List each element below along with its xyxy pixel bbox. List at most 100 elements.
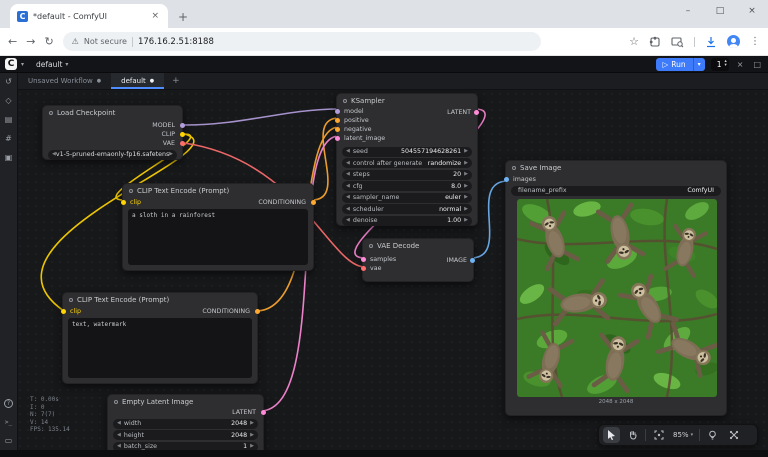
input-latent-image[interactable]: latent_image (337, 134, 477, 143)
pan-tool-button[interactable] (624, 427, 641, 443)
queue-panel-icon[interactable]: □ (751, 60, 763, 69)
widget-right-arrow-icon[interactable]: ▶ (464, 184, 468, 189)
widget-denoise[interactable]: ◀denoise1.00▶ (342, 216, 472, 226)
select-tool-button[interactable] (603, 427, 620, 443)
vae-port-icon[interactable] (180, 141, 185, 146)
collapse-dot-icon[interactable] (512, 166, 516, 170)
node-header[interactable]: VAE Decode (363, 239, 473, 252)
widget-left-arrow-icon[interactable]: ◀ (346, 218, 350, 223)
node-clip-text-encode-positive[interactable]: CLIP Text Encode (Prompt) clip CONDITION… (122, 183, 314, 271)
workflows-icon[interactable]: # (5, 135, 12, 143)
input-negative[interactable]: negative (337, 125, 477, 134)
widget-sampler-name[interactable]: ◀sampler_nameeuler▶ (342, 193, 472, 203)
clip-port-icon[interactable] (61, 309, 66, 314)
vae-port-icon[interactable] (361, 266, 366, 271)
generated-image[interactable] (517, 199, 717, 397)
node-header[interactable]: Save Image (506, 161, 726, 175)
batch-stepper-arrows[interactable]: ▴ ▾ (724, 60, 726, 68)
collapse-dot-icon[interactable] (114, 400, 118, 404)
download-icon[interactable] (705, 36, 717, 48)
bookmark-star-icon[interactable]: ☆ (629, 35, 639, 48)
zoom-level-dropdown[interactable]: 85% ▾ (671, 431, 695, 439)
widget-right-arrow-icon[interactable]: ▶ (250, 421, 254, 426)
input-vae[interactable]: vae (363, 264, 473, 273)
conditioning-port-icon[interactable] (335, 118, 340, 123)
collapse-dot-icon[interactable] (129, 189, 133, 193)
widget-right-arrow-icon[interactable]: ▶ (250, 444, 254, 449)
image-port-icon[interactable] (504, 177, 509, 182)
widget-right-arrow-icon[interactable]: ▶ (464, 149, 468, 154)
widget-right-arrow-icon[interactable]: ▶ (464, 161, 468, 166)
browser-menu-icon[interactable]: ⋮ (750, 36, 760, 47)
output-model[interactable]: MODEL (43, 121, 182, 130)
ckpt-name-combo[interactable]: ◀ v1-5-pruned-emaonly-fp16.safetensors ▶ (48, 150, 177, 160)
inspect-page-icon[interactable] (671, 36, 684, 48)
graph-canvas[interactable]: Load Checkpoint MODEL CLIP VAE ◀ v1-5-pr… (0, 90, 768, 450)
run-options-dropdown[interactable]: ▾ (693, 58, 705, 71)
input-clip[interactable]: clip (130, 199, 141, 206)
conditioning-port-icon[interactable] (311, 200, 316, 205)
conditioning-port-icon[interactable] (335, 127, 340, 132)
node-clip-text-encode-negative[interactable]: CLIP Text Encode (Prompt) clip CONDITION… (62, 292, 258, 384)
input-clip[interactable]: clip (70, 308, 81, 315)
model-library-icon[interactable]: ▤ (5, 116, 13, 124)
output-clip[interactable]: CLIP (43, 130, 182, 139)
widget-control-after-generate[interactable]: ◀control after generaterandomize▶ (342, 158, 472, 168)
fit-view-button[interactable] (650, 427, 667, 443)
clip-port-icon[interactable] (121, 200, 126, 205)
node-header[interactable]: CLIP Text Encode (Prompt) (123, 184, 313, 198)
widget-left-arrow-icon[interactable]: ◀ (346, 149, 350, 154)
output-conditioning[interactable]: CONDITIONING (202, 308, 250, 315)
new-tab-button[interactable]: + (178, 10, 188, 24)
widget-width[interactable]: ◀width2048▶ (113, 419, 258, 429)
window-maximize-icon[interactable]: □ (704, 0, 736, 22)
window-close-icon[interactable]: × (736, 0, 768, 22)
node-save-image[interactable]: Save Image images filename_prefix ComfyU… (505, 160, 727, 416)
window-minimize-icon[interactable]: – (672, 0, 704, 22)
help-icon[interactable]: ? (4, 399, 13, 408)
node-ksampler[interactable]: KSampler LATENT model positive negative … (336, 93, 478, 226)
latent-port-icon[interactable] (361, 257, 366, 262)
widget-left-arrow-icon[interactable]: ◀ (117, 444, 121, 449)
clear-queue-icon[interactable]: × (735, 60, 746, 69)
model-port-icon[interactable] (180, 123, 185, 128)
widget-right-arrow-icon[interactable]: ▶ (464, 218, 468, 223)
combo-right-arrow-icon[interactable]: ▶ (169, 152, 173, 157)
step-down-icon[interactable]: ▾ (724, 64, 726, 68)
output-conditioning[interactable]: CONDITIONING (258, 199, 306, 206)
node-empty-latent-image[interactable]: Empty Latent Image LATENT ◀width2048▶ ◀h… (107, 394, 264, 450)
back-icon[interactable]: ← (8, 35, 17, 48)
widget-left-arrow-icon[interactable]: ◀ (346, 184, 350, 189)
latent-port-icon[interactable] (261, 410, 266, 415)
node-header[interactable]: Empty Latent Image (108, 395, 263, 408)
profile-avatar[interactable] (727, 35, 740, 48)
node-vae-decode[interactable]: VAE Decode IMAGE samples vae (362, 238, 474, 282)
toggle-theme-button[interactable] (704, 427, 721, 443)
input-positive[interactable]: positive (337, 116, 477, 125)
widget-left-arrow-icon[interactable]: ◀ (117, 421, 121, 426)
gallery-icon[interactable]: ▣ (5, 154, 13, 162)
toggle-links-button[interactable] (725, 427, 742, 443)
node-header[interactable]: KSampler (337, 94, 477, 107)
clip-port-icon[interactable] (180, 132, 185, 137)
workflow-select[interactable]: default ▾ (36, 60, 68, 69)
collapse-dot-icon[interactable] (69, 298, 73, 302)
bottom-panel-icon[interactable]: ▭ (5, 437, 13, 445)
latent-port-icon[interactable] (335, 136, 340, 141)
widget-left-arrow-icon[interactable]: ◀ (346, 172, 350, 177)
node-load-checkpoint[interactable]: Load Checkpoint MODEL CLIP VAE ◀ v1-5-pr… (42, 105, 183, 160)
output-vae[interactable]: VAE (43, 139, 182, 148)
input-images[interactable]: images (506, 175, 726, 184)
model-port-icon[interactable] (335, 109, 340, 114)
batch-count-stepper[interactable]: 1 ▴ ▾ (711, 58, 729, 71)
reload-icon[interactable]: ↻ (44, 35, 53, 48)
conditioning-port-icon[interactable] (255, 309, 260, 314)
widget-seed[interactable]: ◀seed504557194628261▶ (342, 147, 472, 157)
node-header[interactable]: Load Checkpoint (43, 106, 182, 119)
widget-steps[interactable]: ◀steps20▶ (342, 170, 472, 180)
widget-left-arrow-icon[interactable]: ◀ (346, 207, 350, 212)
widget-filename-prefix[interactable]: filename_prefix ComfyUI (511, 186, 721, 196)
logo-chevron-icon[interactable]: ▾ (21, 61, 24, 68)
widget-scheduler[interactable]: ◀schedulernormal▶ (342, 204, 472, 214)
input-samples[interactable]: samples (363, 255, 473, 264)
